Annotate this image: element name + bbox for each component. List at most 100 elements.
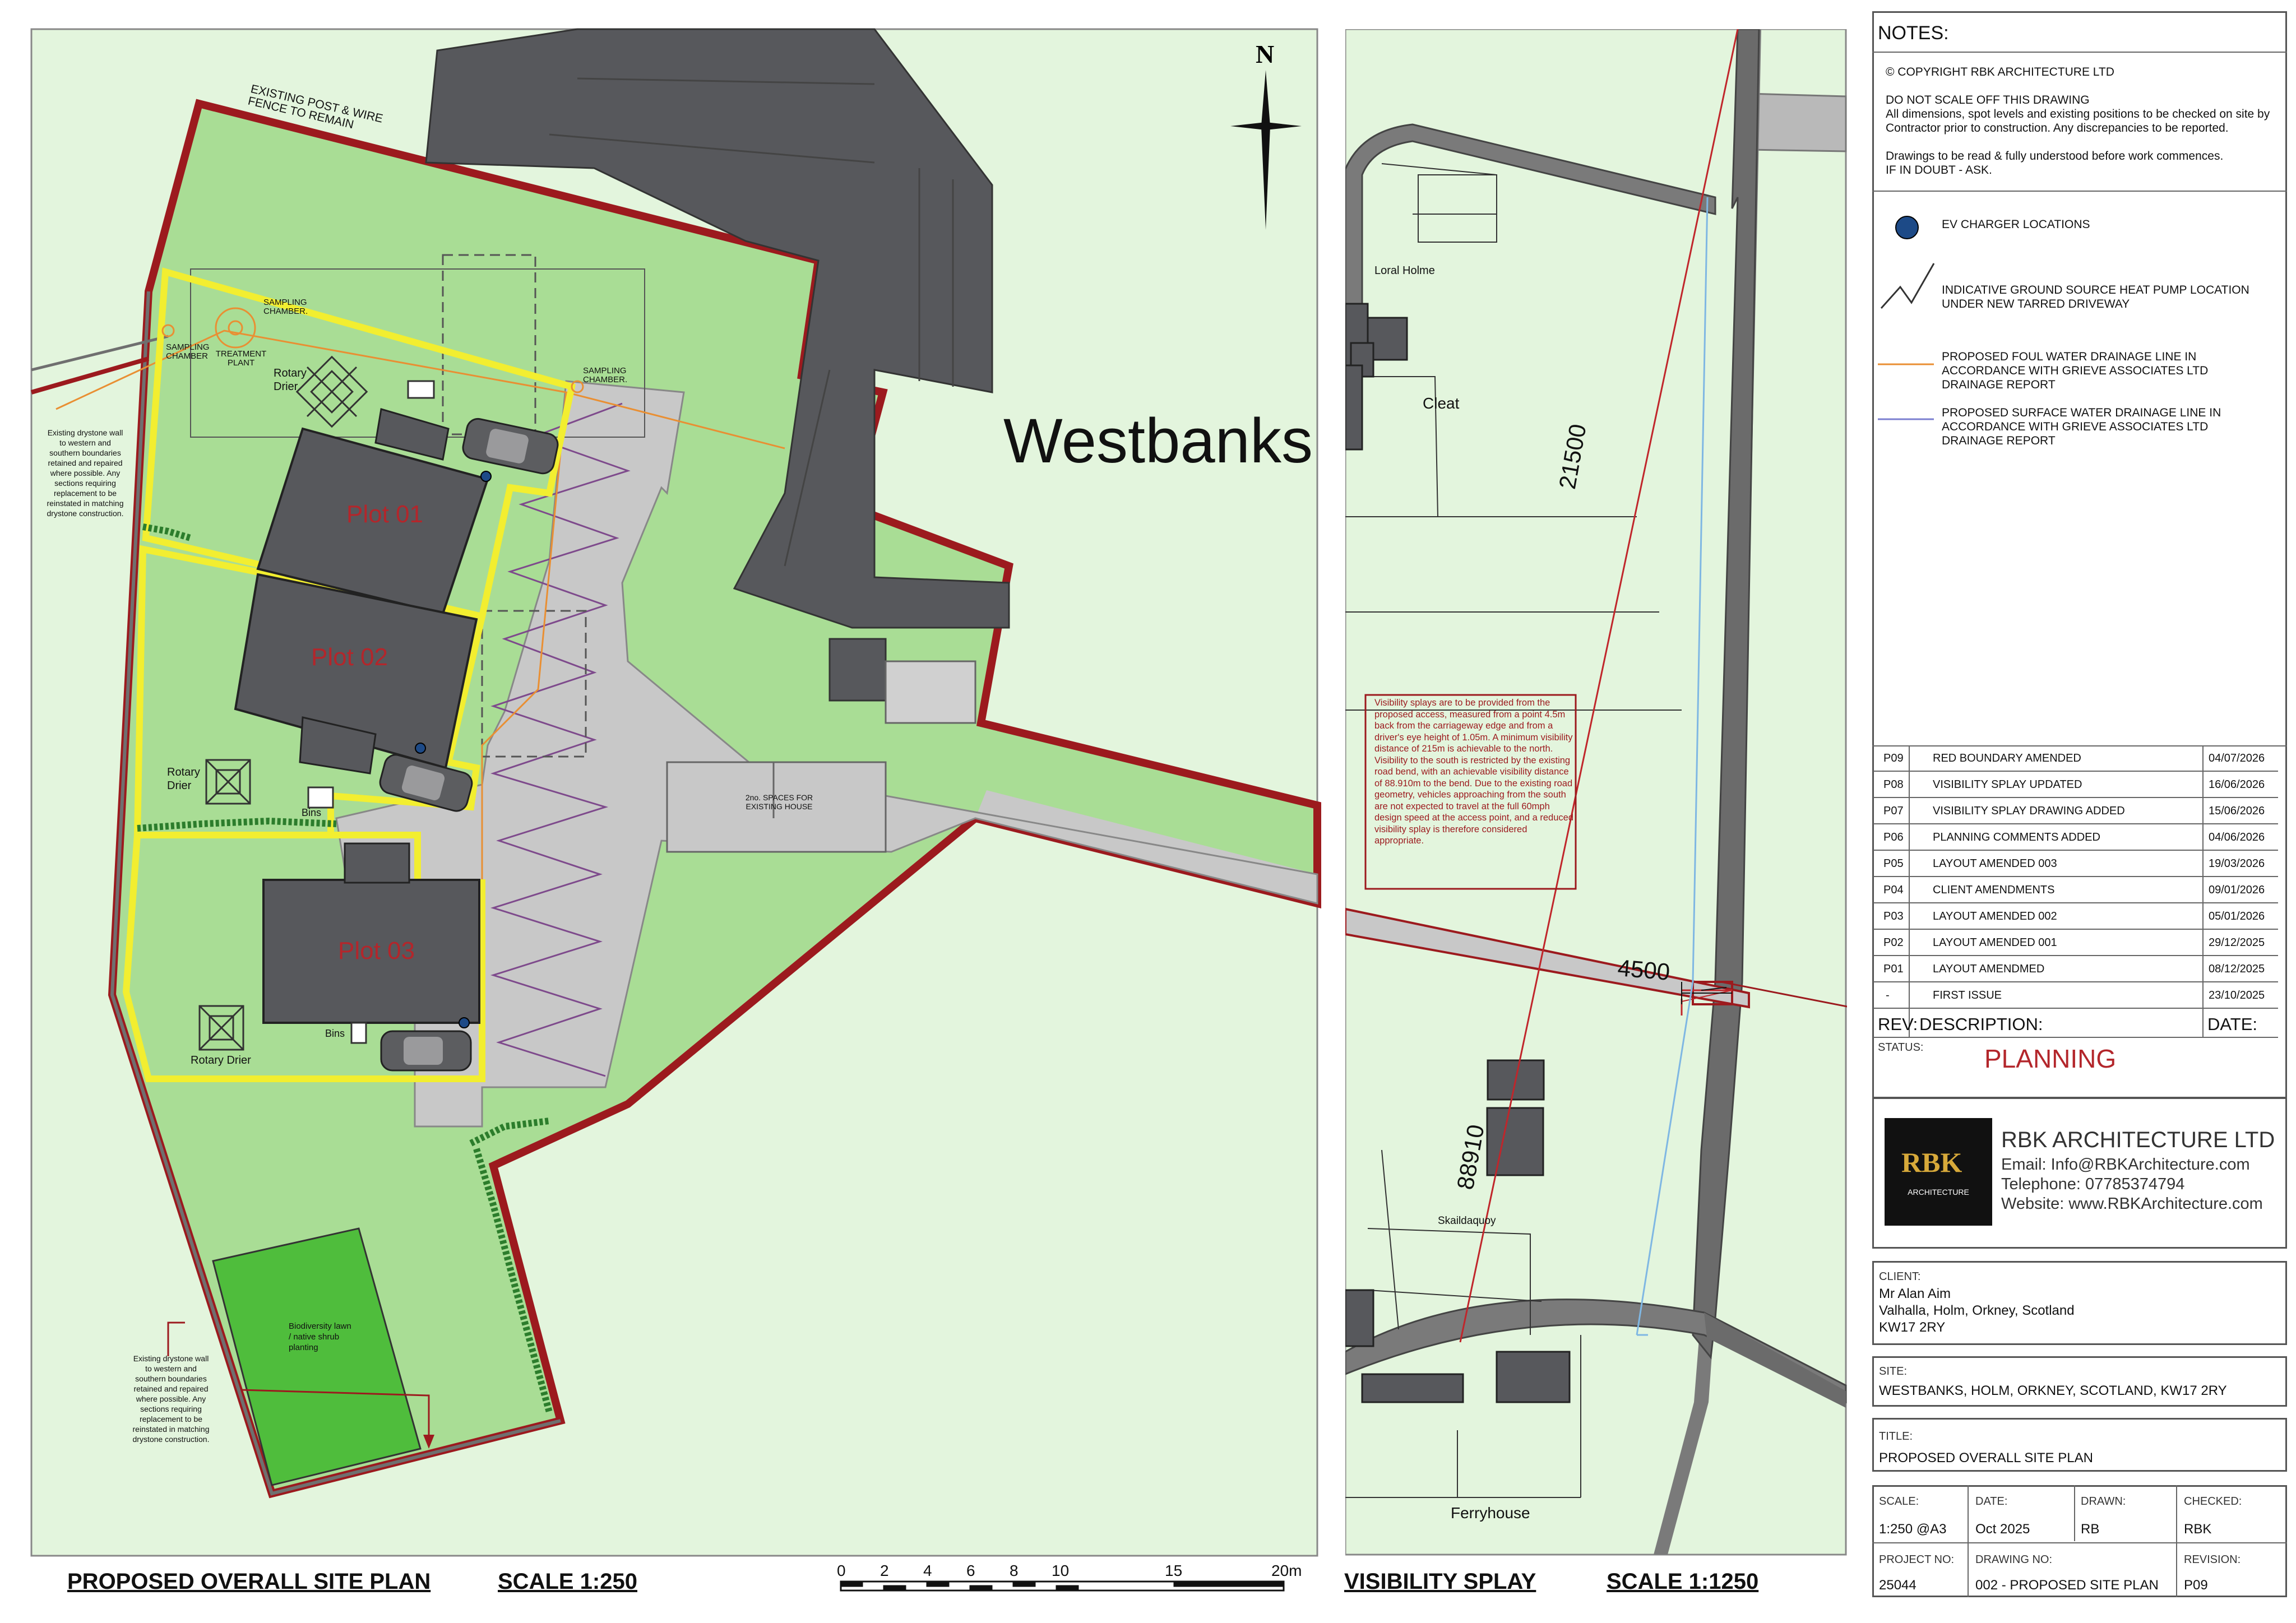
- revision-row: P01 LAYOUT AMENDMED 08/12/2025: [1873, 956, 2278, 982]
- visibility-note: Visibility splays are to be provided fro…: [1374, 698, 1573, 846]
- cleat-label: Cleat: [1423, 395, 1460, 412]
- treatment-plant-label: TREATMENT PLANT: [215, 349, 267, 368]
- revision-header: REV: DESCRIPTION: DATE:: [1873, 1009, 2278, 1038]
- scale-field-value: 1:250 @A3: [1879, 1522, 1947, 1537]
- title-value: PROPOSED OVERALL SITE PLAN: [1879, 1450, 2093, 1466]
- bins-label: Bins: [302, 807, 322, 818]
- scale-tick: 20m: [1271, 1562, 1302, 1579]
- bins-label: Bins: [325, 1028, 345, 1039]
- site-plan-title: PROPOSED OVERALL SITE PLAN: [67, 1569, 431, 1594]
- plot-01-label: Plot 01: [346, 500, 423, 528]
- drystone-note: Existing drystone wall to western and so…: [47, 428, 124, 518]
- site-value: WESTBANKS, HOLM, ORKNEY, SCOTLAND, KW17 …: [1879, 1383, 2227, 1398]
- scale-bar: [840, 1580, 1285, 1592]
- scale-tick: 15: [1165, 1562, 1183, 1579]
- ev-charger-icon: [480, 471, 492, 482]
- rotary-drier-label: Rotary Drier: [191, 1054, 251, 1066]
- scale-tick: 2: [880, 1562, 889, 1579]
- client-line: Valhalla, Holm, Orkney, Scotland: [1879, 1303, 2075, 1318]
- company-phone: Telephone: 07785374794: [2001, 1175, 2185, 1193]
- company-logo: RBK ARCHITECTURE: [1885, 1118, 1992, 1226]
- date-field-value: Oct 2025: [1975, 1522, 2030, 1537]
- site-plan-scale: SCALE 1:250: [498, 1569, 637, 1594]
- loral-holme-label: Loral Holme: [1374, 265, 1435, 277]
- revision-row: P03 LAYOUT AMENDED 002 05/01/2026: [1873, 903, 2278, 930]
- ferryhouse-label: Ferryhouse: [1451, 1504, 1530, 1522]
- bins-icon: [407, 380, 435, 399]
- project-field-value: 25044: [1879, 1578, 1917, 1593]
- site-panel: [1872, 1356, 2287, 1407]
- legend-divider: [1872, 191, 2287, 192]
- sampling-chamber-label: SAMPLING CHAMBER: [166, 342, 210, 361]
- scale-tick: 10: [1052, 1562, 1070, 1579]
- scale-tick: 0: [837, 1562, 846, 1579]
- company-email[interactable]: Email: Info@RBKArchitecture.com: [2001, 1156, 2250, 1174]
- checked-field-value: RBK: [2184, 1522, 2212, 1537]
- drawn-field-label: DRAWN:: [2081, 1495, 2126, 1508]
- revision-row: P09 RED BOUNDARY AMENDED 04/07/2026: [1873, 745, 2278, 772]
- bins-icon: [307, 786, 334, 809]
- plot-03-label: Plot 03: [338, 937, 415, 964]
- note-line: All dimensions, spot levels and existing…: [1886, 108, 2270, 120]
- dimension-access: 4500: [1616, 954, 1672, 985]
- status-value: PLANNING: [1984, 1044, 2117, 1073]
- heat-pump-icon: [1880, 263, 1935, 309]
- revision-row: P05 LAYOUT AMENDED 003 19/03/2026: [1873, 851, 2278, 877]
- company-name: RBK ARCHITECTURE LTD: [2001, 1128, 2275, 1152]
- note-line: © COPYRIGHT RBK ARCHITECTURE LTD: [1886, 66, 2114, 78]
- date-field-label: DATE:: [1975, 1495, 2008, 1508]
- drystone-note: Existing drystone wall to western and so…: [132, 1354, 210, 1444]
- drawing-sheet: N Westbanks Plot 01 Plot 02 Plot 03 EXIS…: [0, 0, 2296, 1623]
- ev-charger-icon: [415, 743, 426, 754]
- parking-label: 2no. SPACES FOR EXISTING HOUSE: [745, 793, 813, 811]
- revision-row: P08 VISIBILITY SPLAY UPDATED 16/06/2026: [1873, 772, 2278, 798]
- project-field-label: PROJECT NO:: [1879, 1554, 1955, 1566]
- client-label: CLIENT:: [1879, 1270, 1921, 1283]
- car-icon-3: [380, 1030, 472, 1072]
- site-label: SITE:: [1879, 1365, 1908, 1378]
- ev-charger-icon: [1895, 216, 1919, 239]
- legend-foul: PROPOSED FOUL WATER DRAINAGE LINE IN ACC…: [1942, 350, 2209, 391]
- sampling-chamber-label: SAMPLING CHAMBER.: [583, 366, 628, 384]
- drawn-field-value: RB: [2081, 1522, 2100, 1537]
- rotary-drier-label: Rotary Drier: [167, 766, 200, 792]
- notes-heading: NOTES:: [1878, 22, 1949, 44]
- drawing-field-value: 002 - PROPOSED SITE PLAN: [1975, 1578, 2159, 1593]
- sampling-chamber-label: SAMPLING CHAMBER.: [263, 298, 308, 316]
- biodiversity-label: Biodiversity lawn / native shrub plantin…: [289, 1321, 351, 1352]
- visibility-title: VISIBILITY SPLAY: [1344, 1569, 1536, 1594]
- company-website[interactable]: Website: www.RBKArchitecture.com: [2001, 1195, 2263, 1213]
- legend-surface: PROPOSED SURFACE WATER DRAINAGE LINE IN …: [1942, 406, 2221, 447]
- scale-tick: 4: [923, 1562, 932, 1579]
- svg-text:N: N: [1256, 40, 1274, 68]
- scale-field-label: SCALE:: [1879, 1495, 1919, 1508]
- revision-field-label: REVISION:: [2184, 1554, 2241, 1566]
- revision-field-value: P09: [2184, 1578, 2208, 1593]
- revision-row: P06 PLANNING COMMENTS ADDED 04/06/2026: [1873, 824, 2278, 851]
- revision-row: P07 VISIBILITY SPLAY DRAWING ADDED 15/06/2…: [1873, 798, 2278, 824]
- note-line: DO NOT SCALE OFF THIS DRAWING: [1886, 94, 2090, 106]
- scale-tick: 6: [966, 1562, 975, 1579]
- plot-02-label: Plot 02: [311, 643, 388, 671]
- scale-tick: 8: [1010, 1562, 1019, 1579]
- rotary-drier-label: Rotary Drier: [274, 367, 307, 393]
- skaildaquoy-label: Skaildaquoy: [1438, 1215, 1496, 1227]
- legend-gshp: INDICATIVE GROUND SOURCE HEAT PUMP LOCAT…: [1942, 284, 2249, 310]
- note-line: Contractor prior to construction. Any di…: [1886, 122, 2229, 135]
- drawing-field-label: DRAWING NO:: [1975, 1554, 2053, 1566]
- place-name-westbanks: Westbanks: [1003, 406, 1313, 476]
- title-label: TITLE:: [1879, 1430, 1913, 1443]
- status-label: STATUS:: [1878, 1041, 1924, 1054]
- revision-row: - FIRST ISSUE 23/10/2025: [1873, 982, 2278, 1009]
- ev-charger-icon: [459, 1017, 470, 1028]
- note-line: Drawings to be read & fully understood b…: [1886, 150, 2224, 163]
- checked-field-label: CHECKED:: [2184, 1495, 2242, 1508]
- revision-row: P04 CLIENT AMENDMENTS 09/01/2026: [1873, 877, 2278, 903]
- client-line: KW17 2RY: [1879, 1320, 1946, 1335]
- legend-symbols: [1878, 216, 1935, 420]
- notes-divider: [1872, 52, 2287, 53]
- revision-row: P02 LAYOUT AMENDED 001 29/12/2025: [1873, 930, 2278, 956]
- visibility-scale: SCALE 1:1250: [1607, 1569, 1759, 1594]
- legend-ev: EV CHARGER LOCATIONS: [1942, 218, 2090, 231]
- client-line: Mr Alan Aim: [1879, 1286, 1951, 1301]
